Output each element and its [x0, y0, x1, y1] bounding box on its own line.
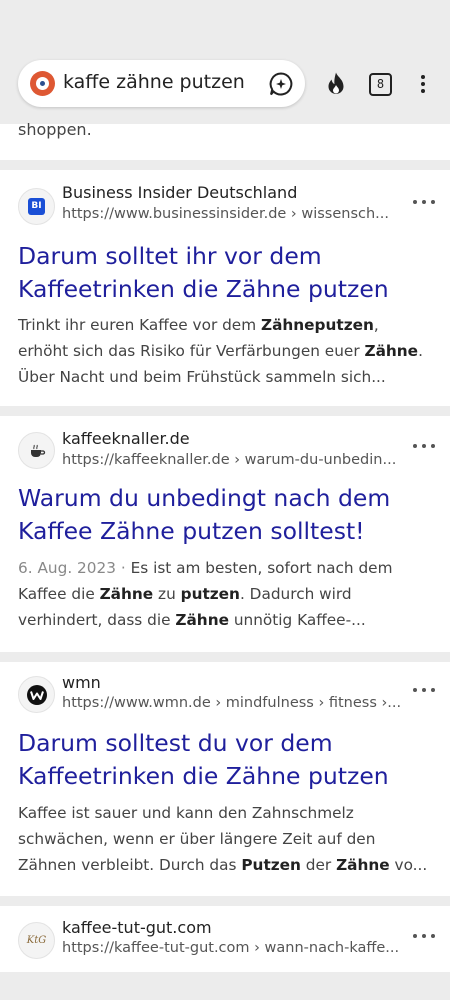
- search-result-card[interactable]: BI Business Insider Deutschland https://…: [0, 170, 450, 406]
- wmn-favicon-icon: [18, 676, 55, 713]
- search-result-card[interactable]: kaffeeknaller.de https://kaffeeknaller.d…: [0, 416, 450, 652]
- search-bar[interactable]: kaffe zähne putzen: [18, 60, 305, 107]
- business-insider-favicon-icon: BI: [18, 188, 55, 225]
- result-site-name[interactable]: Business Insider Deutschland: [62, 183, 297, 202]
- result-site-name[interactable]: wmn: [62, 673, 101, 692]
- result-snippet: Kaffee ist sauer und kann den Zahnschmel…: [18, 804, 428, 874]
- result-title-link[interactable]: Darum solltest du vor dem Kaffeetrinken …: [18, 727, 428, 793]
- result-site-name[interactable]: kaffee-tut-gut.com: [62, 918, 212, 937]
- browser-toolbar: kaffe zähne putzen 8: [0, 0, 450, 124]
- fire-button-icon[interactable]: [323, 71, 349, 97]
- result-more-options-icon[interactable]: [413, 934, 435, 942]
- tab-switcher-icon[interactable]: 8: [369, 73, 392, 96]
- result-date: 6. Aug. 2023 ·: [18, 559, 131, 577]
- result-url[interactable]: https://kaffee-tut-gut.com › wann-nach-k…: [62, 940, 407, 956]
- coffee-cup-favicon-icon: [18, 432, 55, 469]
- result-more-options-icon[interactable]: [413, 444, 435, 452]
- result-url[interactable]: https://kaffeeknaller.de › warum-du-unbe…: [62, 452, 407, 468]
- search-query-text[interactable]: kaffe zähne putzen: [63, 71, 245, 93]
- result-title-link[interactable]: Warum du unbedingt nach dem Kaffee Zähne…: [18, 482, 428, 548]
- result-snippet: Trinkt ihr euren Kaffee vor dem Zähneput…: [18, 316, 423, 386]
- overflow-menu-icon[interactable]: [417, 72, 429, 96]
- kaffee-tut-gut-favicon-icon: KtG: [18, 922, 55, 959]
- duck-ai-chat-icon[interactable]: [268, 71, 294, 97]
- result-title-link[interactable]: Darum solltet ihr vor dem Kaffeetrinken …: [18, 240, 428, 306]
- result-url[interactable]: https://www.wmn.de › mindfulness › fitne…: [62, 695, 407, 711]
- result-more-options-icon[interactable]: [413, 688, 435, 696]
- duckduckgo-logo-icon: [30, 71, 55, 96]
- result-more-options-icon[interactable]: [413, 200, 435, 208]
- search-result-card[interactable]: KtG kaffee-tut-gut.com https://kaffee-tu…: [0, 906, 450, 972]
- search-result-card[interactable]: wmn https://www.wmn.de › mindfulness › f…: [0, 662, 450, 896]
- result-snippet: shoppen.: [18, 120, 92, 139]
- result-url[interactable]: https://www.businessinsider.de › wissens…: [62, 206, 407, 222]
- previous-result-tail: shoppen.: [0, 120, 450, 160]
- result-site-name[interactable]: kaffeeknaller.de: [62, 429, 190, 448]
- result-snippet: 6. Aug. 2023 · Es ist am besten, sofort …: [18, 559, 393, 629]
